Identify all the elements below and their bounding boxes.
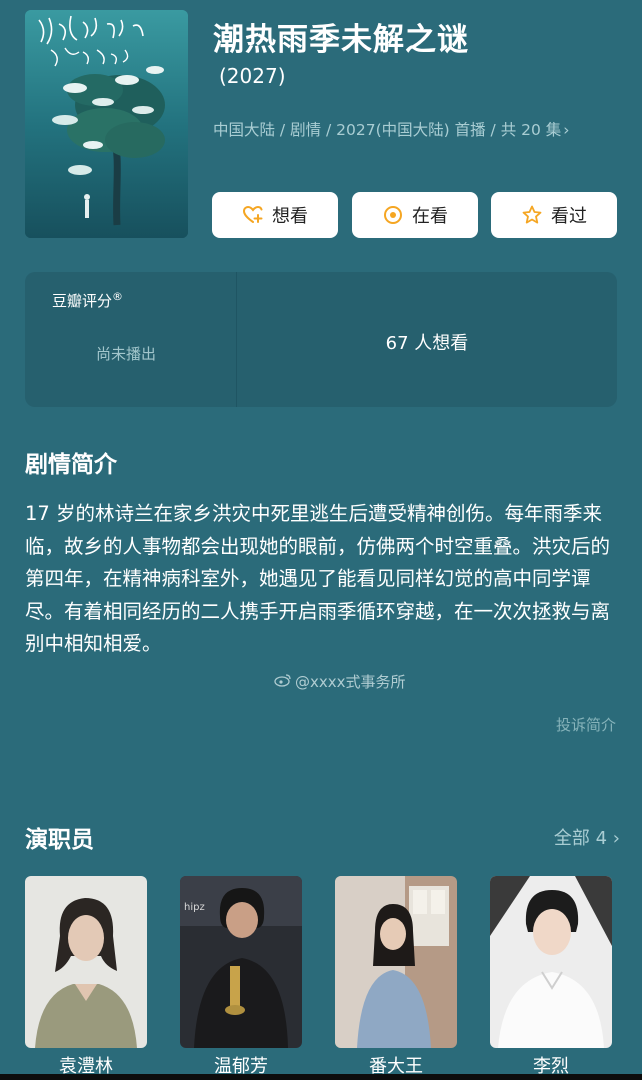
chevron-right-icon: › <box>612 828 620 849</box>
cast-photo <box>25 876 147 1048</box>
cast-member-card[interactable] <box>25 876 147 1048</box>
target-icon <box>382 204 404 226</box>
cast-photo <box>490 876 612 1048</box>
report-synopsis-link[interactable]: 投诉简介 <box>556 714 616 735</box>
want-to-watch-button[interactable]: 想看 <box>212 192 338 238</box>
cast-photo <box>335 876 457 1048</box>
watermark-text: @xxxx式事务所 <box>295 673 406 691</box>
show-meta-text: 中国大陆 / 剧情 / 2027(中国大陆) 首播 / 共 20 集 <box>213 121 562 139</box>
cast-all-label: 全部 4 <box>553 828 608 849</box>
rating-card: 豆瓣评分® 尚未播出 67 人想看 <box>25 272 617 407</box>
registered-mark: ® <box>112 290 124 303</box>
bottom-edge-bar <box>0 1074 642 1080</box>
synopsis-heading: 剧情简介 <box>25 452 117 478</box>
want-count[interactable]: 67 人想看 <box>237 329 617 355</box>
cast-heading: 演职员 <box>25 827 94 853</box>
cast-member-card[interactable]: hipz <box>180 876 302 1048</box>
weibo-icon <box>274 673 292 691</box>
watched-label: 看过 <box>551 206 587 227</box>
heart-plus-icon <box>242 204 264 226</box>
watermark: @xxxx式事务所 <box>274 671 406 692</box>
cast-member-card[interactable] <box>490 876 612 1048</box>
douban-rating-text: 豆瓣评分 <box>52 292 113 310</box>
chevron-right-icon: › <box>563 121 570 139</box>
rating-status: 尚未播出 <box>96 345 157 363</box>
douban-rating-label: 豆瓣评分® <box>52 290 123 311</box>
photo-backdrop-text: hipz <box>184 902 205 913</box>
watched-button[interactable]: 看过 <box>491 192 617 238</box>
cast-all-link[interactable]: 全部 4 › <box>554 824 620 850</box>
show-meta[interactable]: 中国大陆 / 剧情 / 2027(中国大陆) 首播 / 共 20 集 › <box>213 118 569 140</box>
star-icon <box>521 204 543 226</box>
show-title: 潮热雨季未解之谜 <box>213 22 469 58</box>
show-poster[interactable] <box>25 10 188 238</box>
want-to-watch-label: 想看 <box>272 206 308 227</box>
watching-button[interactable]: 在看 <box>352 192 478 238</box>
watching-label: 在看 <box>412 206 448 227</box>
cast-photo: hipz <box>180 876 302 1048</box>
show-year: (2027) <box>219 64 286 88</box>
synopsis-text: 17 岁的林诗兰在家乡洪灾中死里逃生后遭受精神创伤。每年雨季来临，故乡的人事物都… <box>25 502 611 655</box>
cast-member-card[interactable] <box>335 876 457 1048</box>
